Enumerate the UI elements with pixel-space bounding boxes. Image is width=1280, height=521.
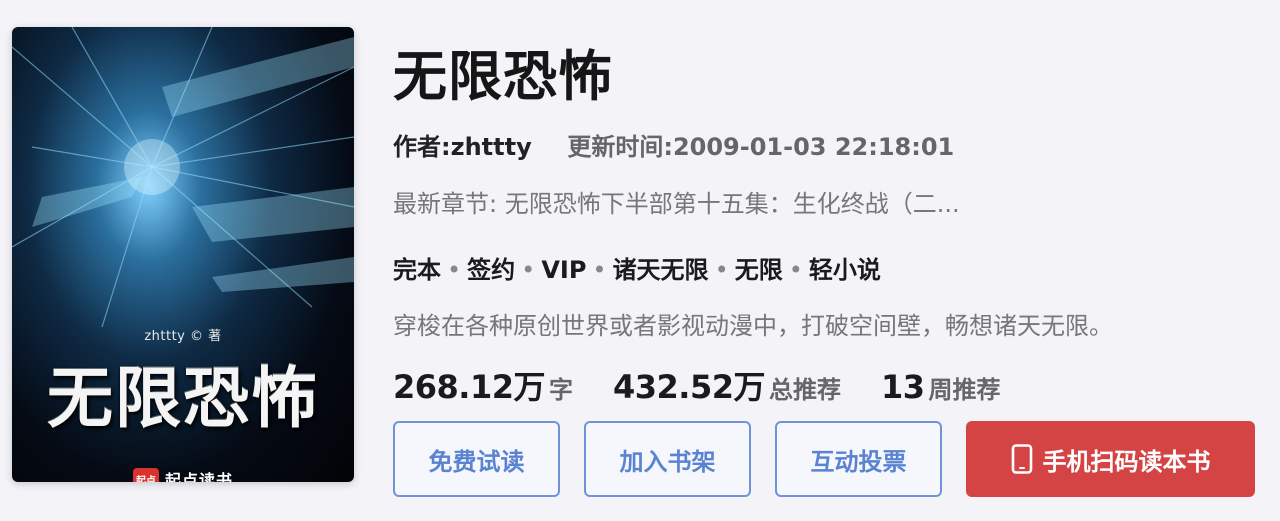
- tag-category[interactable]: 诸天无限: [613, 256, 709, 284]
- stat-unit: 字: [549, 376, 573, 404]
- tag-separator: •: [714, 256, 729, 284]
- stat-unit: 总推荐: [769, 376, 841, 404]
- cover-author-line: zhttty © 著: [144, 329, 222, 344]
- tag-separator: •: [447, 256, 462, 284]
- cover-brand: 起点 起点读书: [12, 465, 354, 482]
- update-time: 更新时间:2009-01-03 22:18:01: [567, 133, 955, 161]
- stat-total-recommend: 432.52万 总推荐: [613, 362, 841, 408]
- stats-row: 268.12万 字 432.52万 总推荐 13 周推荐: [393, 362, 1041, 408]
- cover-brand-name: 起点读书: [164, 471, 233, 482]
- free-read-button[interactable]: 免费试读: [393, 421, 560, 497]
- qidian-logo-icon: 起点: [132, 468, 159, 482]
- author-link[interactable]: 作者:zhttty: [393, 133, 532, 161]
- mobile-read-label: 手机扫码读本书: [1042, 447, 1211, 476]
- stat-word-count: 268.12万 字: [393, 362, 573, 408]
- tag-status: 完本: [393, 256, 441, 284]
- book-cover[interactable]: zhttty © 著 无限恐怖 起点 起点读书: [12, 27, 354, 482]
- add-to-shelf-button[interactable]: 加入书架: [584, 421, 751, 497]
- tag-list: 完本 • 签约 • VIP • 诸天无限 • 无限 • 轻小说: [393, 250, 881, 285]
- tag-separator: •: [592, 256, 607, 284]
- stat-value: 268.12万: [393, 368, 546, 406]
- tag-contract: 签约: [467, 256, 516, 284]
- book-intro: 穿梭在各种原创世界或者影视动漫中，打破空间壁，畅想诸天无限。: [393, 312, 1113, 340]
- phone-icon: [1011, 444, 1032, 474]
- tag-separator: •: [788, 256, 803, 284]
- tag-vip: VIP: [541, 256, 587, 284]
- tag-separator: •: [521, 256, 536, 284]
- stat-value: 13: [881, 368, 925, 406]
- mobile-read-button[interactable]: 手机扫码读本书: [966, 421, 1255, 497]
- tag-subcategory[interactable]: 无限: [735, 256, 783, 284]
- action-buttons: 免费试读 加入书架 互动投票 手机扫码读本书: [393, 421, 1255, 497]
- cover-title: 无限恐怖: [47, 359, 319, 437]
- tag-genre[interactable]: 轻小说: [809, 256, 881, 284]
- stat-value: 432.52万: [613, 368, 766, 406]
- meta-line: 作者:zhttty 更新时间:2009-01-03 22:18:01: [393, 127, 954, 162]
- book-title: 无限恐怖: [393, 45, 613, 108]
- stat-weekly-recommend: 13 周推荐: [881, 368, 1001, 406]
- vote-button[interactable]: 互动投票: [775, 421, 942, 497]
- stat-unit: 周推荐: [928, 376, 1001, 404]
- latest-chapter-link[interactable]: 最新章节: 无限恐怖下半部第十五集：生化终战（二...: [393, 184, 960, 219]
